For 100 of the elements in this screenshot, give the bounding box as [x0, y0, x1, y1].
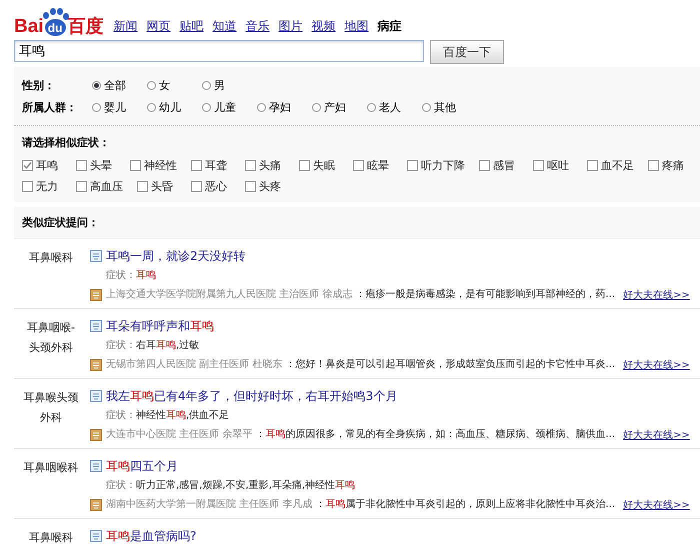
checkbox-label[interactable]: 失眠 [313, 158, 335, 173]
radio-button[interactable] [202, 80, 211, 90]
radio-label[interactable]: 男 [214, 78, 225, 92]
checkbox[interactable] [22, 160, 33, 171]
checkbox[interactable] [76, 181, 87, 192]
checkbox[interactable] [648, 160, 659, 171]
department-label: 耳鼻喉科 [28, 250, 74, 266]
answer-text: 无锡市第四人民医院 副主任医师 杜晓东 ：您好！鼻炎是可以引起耳咽管炎，形成鼓室负压而引起的卡它性中耳炎... [106, 358, 616, 372]
question-icon [90, 390, 102, 402]
answer-text: 上海交通大学医学院附属第九人民医院 主治医师 徐成志 ：疱疹一般是病毒感染，是有可能影响到耳部神经的，药... [106, 288, 616, 302]
radio-button[interactable] [147, 102, 156, 112]
search-field[interactable]: 耳鸣 [14, 40, 424, 62]
department-label: 耳鼻喉头颈外科 [22, 390, 80, 426]
nav-tab[interactable]: 贴吧 [180, 18, 204, 35]
checkbox-label[interactable]: 高血压 [90, 179, 123, 194]
section-heading: 类似症状提问： [14, 207, 700, 239]
answer-icon [90, 358, 102, 370]
nav-tab[interactable]: 网页 [146, 18, 171, 35]
nav-tab[interactable]: 地图 [344, 18, 369, 35]
checkbox-label[interactable]: 呕吐 [547, 158, 569, 173]
checkbox-label[interactable]: 耳聋 [205, 158, 227, 173]
checkbox-label[interactable]: 血不足 [601, 158, 634, 173]
doctor-link[interactable]: 好大夫在线>> [623, 428, 690, 442]
checkbox[interactable] [245, 181, 256, 192]
checkbox-label[interactable]: 头昏 [151, 179, 173, 194]
question-link[interactable]: 我左耳鸣已有4年多了，但时好时坏，右耳开始鸣3个月 [106, 388, 398, 404]
nav-tab[interactable]: 图片 [278, 18, 303, 35]
checkbox[interactable] [479, 160, 490, 171]
department-label: 耳鼻咽喉科 [22, 460, 80, 476]
checkbox-label[interactable]: 耳鸣 [36, 158, 58, 173]
checkbox-label[interactable]: 头疼 [259, 179, 281, 194]
department-label: 耳鼻咽喉-头颈外科 [26, 320, 76, 356]
question-link[interactable]: 耳朵有呼呼声和耳鸣 [106, 318, 214, 334]
checkbox-label[interactable]: 疼痛 [662, 158, 684, 173]
radio-button[interactable] [92, 80, 101, 90]
doctor-link[interactable]: 好大夫在线>> [623, 358, 690, 372]
checkbox-label[interactable]: 神经性 [144, 158, 177, 173]
doctor-link[interactable]: 好大夫在线>> [623, 288, 690, 302]
answer-icon [90, 288, 102, 300]
doctor-link[interactable]: 好大夫在线>> [623, 498, 690, 512]
symptom-text: 症状：听力正常,感冒,烦躁,不安,重影,耳朵痛,神经性耳鸣 [106, 478, 356, 493]
checkbox-label[interactable]: 眩晕 [367, 158, 389, 173]
answer-icon [90, 498, 102, 510]
checkbox[interactable] [137, 181, 148, 192]
checkbox[interactable] [299, 160, 310, 171]
radio-label[interactable]: 全部 [104, 78, 126, 92]
filter-label: 所属人群： [22, 100, 78, 114]
search-button[interactable]: 百度一下 [430, 40, 504, 64]
department-label: 耳鼻喉科 [28, 530, 74, 546]
question-link[interactable]: 耳鸣四五个月 [106, 458, 178, 474]
symptom-text: 症状：神经性耳鸣,供血不足 [106, 408, 230, 423]
checkbox-label[interactable]: 感冒 [493, 158, 515, 173]
question-icon [90, 530, 102, 542]
question-icon [90, 250, 102, 262]
radio-label[interactable]: 婴儿 [104, 100, 126, 114]
radio-button[interactable] [312, 102, 321, 112]
nav-tab[interactable]: 病症 [378, 18, 402, 35]
baidu-logo[interactable]: Bai du 百度 [14, 11, 104, 36]
radio-button[interactable] [367, 102, 376, 112]
question-link[interactable]: 耳鸣是血管病吗? [106, 528, 196, 544]
symptom-text: 症状：耳鸣 [106, 268, 157, 283]
radio-label[interactable]: 女 [159, 78, 170, 92]
checkbox-label[interactable]: 恶心 [205, 179, 227, 194]
radio-label[interactable]: 幼儿 [159, 100, 181, 114]
checkbox[interactable] [191, 181, 202, 192]
checkbox-label[interactable]: 听力下降 [421, 158, 465, 173]
answer-text: 湖南中医药大学第一附属医院 主任医师 李凡成 ：耳鸣属于非化脓性中耳炎引起的，原则上应将非化脓性中耳炎治... [106, 498, 616, 512]
checkbox-label[interactable]: 无力 [36, 179, 58, 194]
radio-label[interactable]: 孕妇 [269, 100, 291, 114]
radio-label[interactable]: 老人 [379, 100, 401, 114]
checkbox[interactable] [22, 181, 33, 192]
radio-button[interactable] [202, 102, 211, 112]
checkbox[interactable] [587, 160, 598, 171]
checkbox[interactable] [191, 160, 202, 171]
checkbox[interactable] [130, 160, 141, 171]
radio-button[interactable] [257, 102, 266, 112]
nav-tab[interactable]: 音乐 [246, 18, 270, 35]
nav-tab[interactable]: 视频 [312, 18, 336, 35]
radio-button[interactable] [422, 102, 431, 112]
radio-label[interactable]: 产妇 [324, 100, 346, 114]
answer-icon [90, 428, 102, 440]
symptom-text: 症状：右耳耳鸣,过敏 [106, 338, 200, 353]
radio-label[interactable]: 儿童 [214, 100, 236, 114]
question-icon [90, 460, 102, 472]
checkbox[interactable] [407, 160, 418, 171]
checkbox[interactable] [76, 160, 87, 171]
section-heading: 请选择相似症状： [22, 135, 111, 150]
radio-button[interactable] [92, 102, 101, 112]
radio-label[interactable]: 其他 [434, 100, 456, 114]
filter-label: 性别： [22, 78, 56, 92]
checkbox[interactable] [245, 160, 256, 171]
checkbox-label[interactable]: 头晕 [90, 158, 112, 173]
nav-tab[interactable]: 知道 [212, 18, 237, 35]
nav-tab[interactable]: 新闻 [114, 18, 138, 35]
question-link[interactable]: 耳鸣一周，就诊2天没好转 [106, 248, 246, 264]
radio-button[interactable] [147, 80, 156, 90]
checkbox[interactable] [353, 160, 364, 171]
checkbox-label[interactable]: 头痛 [259, 158, 281, 173]
checkbox[interactable] [533, 160, 544, 171]
question-icon [90, 320, 102, 332]
